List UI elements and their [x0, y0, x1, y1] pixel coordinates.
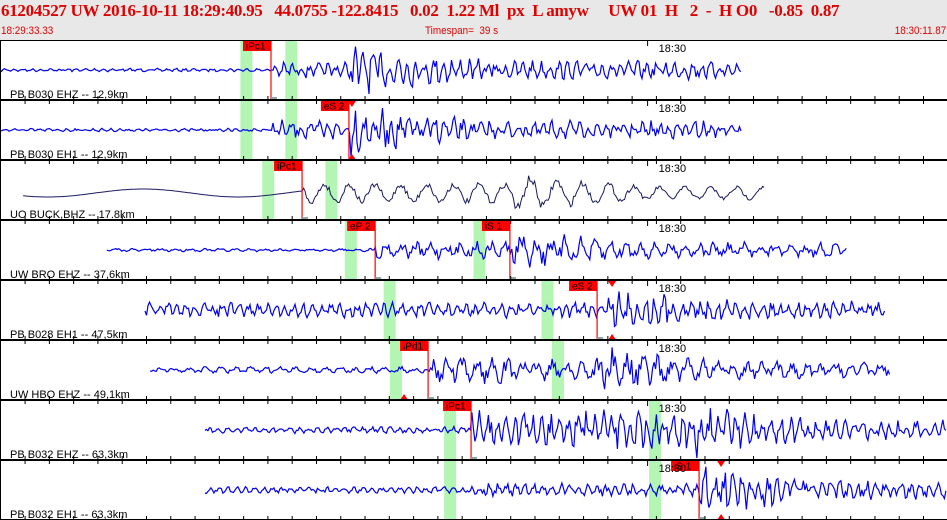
- channel-row[interactable]: iPd1 18:30UW HBO EHZ -- 49,1km: [0, 340, 947, 404]
- minute-mark-label: 18:30: [659, 43, 687, 55]
- pick-label: iPc1: [277, 162, 297, 173]
- channel-row[interactable]: eS 2 18:30PB B030 EH1 -- 12,9km: [0, 100, 947, 164]
- waveform-trace: [205, 467, 946, 510]
- channel-row[interactable]: iPc1 18:30UO BUCK,BHZ -- 17.8km: [0, 160, 947, 224]
- event-header: 61204527 UW 2016-10-11 18:29:40.95 44.07…: [0, 0, 947, 40]
- amplitude-pick-triangle-icon[interactable]: [717, 461, 725, 467]
- waveform-trace: [0, 47, 741, 94]
- channel-row[interactable]: eP 2 iS 1 18:30UW BRO EHZ -- 37,6km: [0, 220, 947, 284]
- channel-label: PB B032 EH1 -- 63,3km: [10, 509, 127, 520]
- channel-row[interactable]: eS 2 18:30PB B028 EH1 -- 47,5km: [0, 280, 947, 344]
- time-window-band: [325, 161, 337, 220]
- timespan-label: Timespan= 39 s: [425, 25, 498, 37]
- waveform-trace: [145, 291, 885, 326]
- amplitude-pick-triangle-icon[interactable]: [608, 281, 616, 287]
- time-window-band: [262, 161, 274, 220]
- pick-label: eP 2: [350, 222, 371, 233]
- seismogram-panel[interactable]: iPc1 18:30PB B030 EHZ -- 12,9kmeS 2 18:30P…: [0, 40, 947, 520]
- pick-label: eS 2: [324, 102, 345, 113]
- minute-mark-label: 18:30: [659, 223, 687, 235]
- waveform-trace: [23, 176, 764, 209]
- channel-row[interactable]: iPc1 18:30PB B030 EHZ -- 12,9km: [0, 40, 947, 104]
- minute-mark-label: 18:30: [659, 403, 687, 415]
- time-window-band: [285, 41, 297, 100]
- start-time: 18:29:33.33: [1, 25, 53, 37]
- end-time: 18:30:11.87: [894, 25, 946, 37]
- channel-row[interactable]: iPc1 18:30PB B032 EHZ -- 63,3km: [0, 400, 947, 464]
- pick-label: eS 2: [572, 282, 593, 293]
- time-window-band: [285, 101, 297, 160]
- pick-label: iPc1: [246, 42, 266, 53]
- minute-mark-label: 18:30: [659, 343, 687, 355]
- waveform-trace: [150, 347, 890, 389]
- minute-mark-label: 18:30: [659, 463, 687, 475]
- pick-label: iS 1: [485, 222, 503, 233]
- channel-row[interactable]: iS 118:30PB B032 EH1 -- 63,3km: [0, 460, 947, 520]
- minute-mark-label: 18:30: [659, 283, 687, 295]
- pick-label: iPc1: [446, 402, 466, 413]
- waveform-trace: [205, 408, 946, 458]
- event-summary-line: 61204527 UW 2016-10-11 18:29:40.95 44.07…: [1, 1, 839, 21]
- minute-mark-label: 18:30: [659, 103, 687, 115]
- minute-mark-label: 18:30: [659, 163, 687, 175]
